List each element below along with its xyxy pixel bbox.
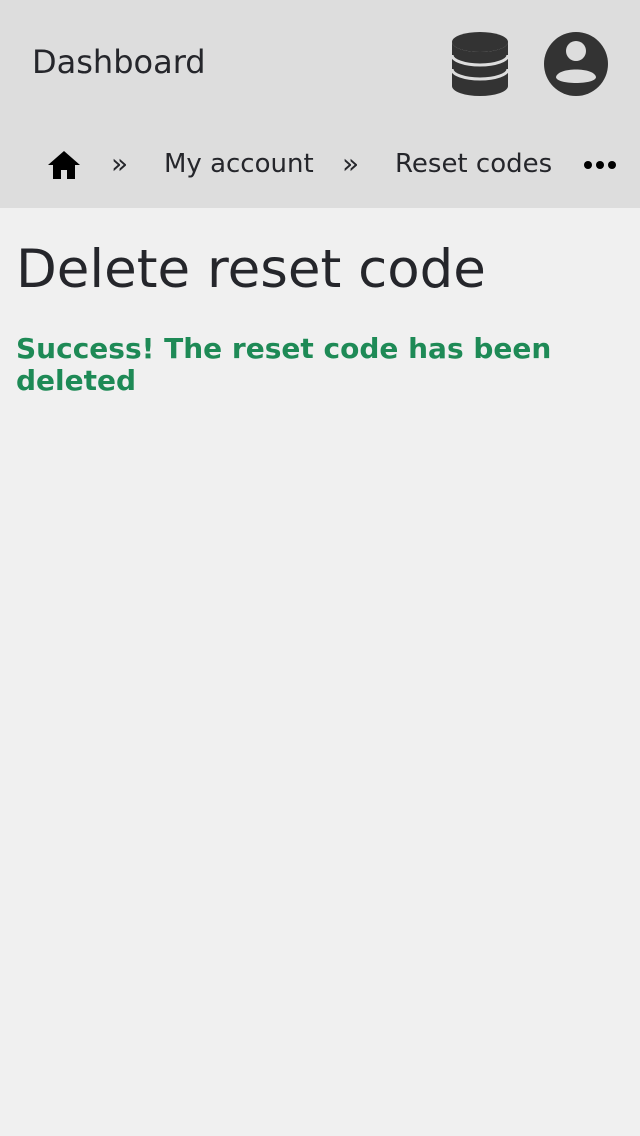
breadcrumb-item-my-account[interactable]: My account: [164, 146, 314, 182]
account-button[interactable]: [543, 31, 609, 97]
database-button[interactable]: [450, 30, 510, 98]
breadcrumb-item-reset-codes[interactable]: Reset codes: [395, 146, 552, 182]
home-icon: [48, 151, 80, 179]
top-bar: Dashboard » My account » Reset codes: [0, 0, 640, 208]
more-horizontal-icon: [584, 161, 616, 169]
breadcrumb: » My account » Reset codes: [0, 136, 640, 192]
page-title: Delete reset code: [16, 239, 486, 300]
breadcrumb-separator: »: [342, 147, 360, 180]
user-circle-icon: [544, 32, 608, 96]
breadcrumb-home[interactable]: [46, 148, 82, 182]
breadcrumb-separator: »: [111, 147, 129, 180]
success-message: Success! The reset code has been deleted: [16, 332, 552, 397]
dashboard-link[interactable]: Dashboard: [32, 40, 206, 84]
more-button[interactable]: [580, 150, 620, 180]
database-icon: [450, 32, 510, 96]
